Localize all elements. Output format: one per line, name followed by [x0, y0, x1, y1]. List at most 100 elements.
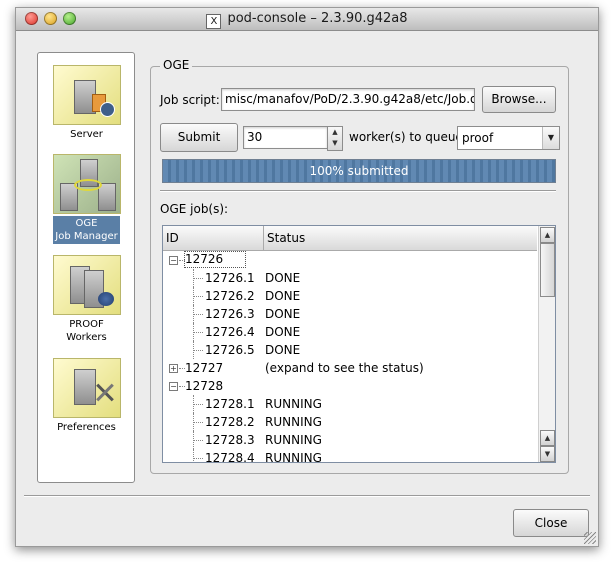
stepper-up-icon[interactable]: ▲: [328, 127, 342, 138]
job-id: 12726.1: [205, 271, 255, 285]
job-id: 12726.5: [205, 343, 255, 357]
job-status: DONE: [265, 289, 301, 303]
tree-connector: [193, 278, 203, 279]
tree-row-task[interactable]: 12728.2 RUNNING: [163, 413, 537, 431]
column-header-status[interactable]: Status: [264, 226, 536, 250]
tree-connector: [193, 305, 194, 323]
tree-connector: [193, 332, 203, 333]
prefs-server-shape: [73, 369, 96, 405]
sidebar-item-server[interactable]: Server: [48, 65, 125, 142]
workers-count-input[interactable]: 30: [243, 126, 328, 149]
tree-connector: [193, 440, 203, 441]
pod-console-window: Xpod-console – 2.3.90.g42a8 Server OGE J…: [15, 7, 599, 547]
sidebar-item-label: Preferences: [57, 422, 116, 433]
divider: [160, 190, 556, 192]
tree-connector: [193, 413, 194, 431]
chevron-down-icon[interactable]: ▼: [542, 127, 559, 149]
job-id: 12727: [185, 361, 224, 375]
tree-connector: [193, 449, 194, 462]
server-user-shape: [99, 102, 115, 117]
resize-grip-icon[interactable]: [584, 532, 596, 544]
tree-connector: [193, 287, 194, 305]
job-id: 12726: [183, 251, 247, 268]
tree-connector: [193, 314, 203, 315]
tree-row-job[interactable]: −12728: [163, 377, 537, 395]
queue-select-value: proof: [462, 131, 494, 145]
collapse-icon[interactable]: −: [169, 256, 178, 265]
sidebar-item-label-selected: OGE Job Manager: [53, 216, 120, 244]
scroll-up-top-icon[interactable]: ▲: [540, 227, 555, 243]
job-status: RUNNING: [265, 415, 322, 429]
job-status: DONE: [265, 325, 301, 339]
workers-count-stepper[interactable]: ▲ ▼: [327, 126, 343, 151]
job-status: (expand to see the status): [265, 361, 424, 375]
sidebar-item-label-line2: Workers: [66, 332, 107, 343]
close-button[interactable]: Close: [513, 509, 589, 537]
tree-connector: [193, 341, 194, 359]
tree-vertical-scrollbar[interactable]: ▲ ▲ ▼: [538, 226, 555, 462]
oge-group-title: OGE: [160, 58, 193, 72]
job-id: 12728.3: [205, 433, 255, 447]
scroll-up-icon[interactable]: ▲: [540, 430, 555, 446]
job-id: 12728: [185, 379, 224, 393]
job-id: 12726.3: [205, 307, 255, 321]
footer-divider: [24, 495, 590, 497]
job-id: 12726.2: [205, 289, 255, 303]
tree-connector: [193, 350, 203, 351]
workers-gears-shape: [97, 292, 114, 306]
jm-link-shape: [73, 179, 102, 191]
tree-row-job[interactable]: +12727 (expand to see the status): [163, 359, 537, 377]
stepper-down-icon[interactable]: ▼: [328, 138, 342, 149]
sidebar-item-label: PROOF Workers: [48, 317, 125, 345]
tree-row-task[interactable]: 12728.4 RUNNING: [163, 449, 537, 463]
job-script-input[interactable]: misc/manafov/PoD/2.3.90.g42a8/etc/Job.og…: [221, 88, 475, 111]
job-id: 12728.1: [205, 397, 255, 411]
browse-button[interactable]: Browse...: [482, 86, 556, 113]
tree-row-job[interactable]: −12726: [163, 251, 537, 269]
tree-connector: [193, 431, 194, 449]
tree-row-task[interactable]: 12726.5 DONE: [163, 341, 537, 359]
job-status: DONE: [265, 343, 301, 357]
collapse-icon[interactable]: −: [169, 382, 178, 391]
sidebar-item-label-line1: PROOF: [69, 319, 104, 330]
tree-row-task[interactable]: 12728.3 RUNNING: [163, 431, 537, 449]
tree-row-task[interactable]: 12726.1 DONE: [163, 269, 537, 287]
x11-icon: X: [206, 14, 222, 29]
tree-row-task[interactable]: 12728.1 RUNNING: [163, 395, 537, 413]
tree-connector: [193, 269, 194, 287]
job-manager-icon: [52, 154, 121, 214]
sidebar-item-label: Server: [70, 129, 103, 140]
jobs-tree[interactable]: ID Status −12726 12726.1 DONE 12726.2 DONE 12…: [162, 225, 556, 463]
tree-connector: [193, 404, 203, 405]
tree-row-task[interactable]: 12726.3 DONE: [163, 305, 537, 323]
workers-queue-label: worker(s) to queue: [349, 130, 463, 144]
scrollbar-thumb[interactable]: [540, 243, 555, 297]
sidebar-item-preferences[interactable]: Preferences: [48, 358, 125, 435]
job-status: DONE: [265, 271, 301, 285]
tree-row-task[interactable]: 12726.4 DONE: [163, 323, 537, 341]
column-header-id[interactable]: ID: [163, 226, 264, 250]
window-title-wrap: Xpod-console – 2.3.90.g42a8: [16, 11, 598, 29]
submit-button[interactable]: Submit: [160, 123, 238, 152]
title-bar[interactable]: Xpod-console – 2.3.90.g42a8: [16, 8, 598, 31]
job-id: 12726.4: [205, 325, 255, 339]
job-id: 12728.4: [205, 451, 255, 463]
tree-header: ID Status: [163, 226, 537, 251]
workers-icon: [52, 255, 121, 315]
expand-icon[interactable]: +: [169, 364, 178, 373]
scroll-down-icon[interactable]: ▼: [540, 446, 555, 462]
job-id: 12728.2: [205, 415, 255, 429]
queue-select[interactable]: proof ▼: [457, 126, 560, 150]
tree-connector: [193, 323, 194, 341]
job-status: DONE: [265, 307, 301, 321]
tree-connector: [193, 395, 194, 413]
tree-connector: [193, 422, 203, 423]
sidebar-item-proof-workers[interactable]: PROOF Workers: [48, 255, 125, 345]
sidebar-item-label-line2: Job Manager: [55, 231, 118, 242]
job-script-label: Job script:: [160, 93, 220, 107]
oge-jobs-label: OGE job(s):: [160, 202, 229, 216]
sidebar-item-oge-job-manager[interactable]: OGE Job Manager: [48, 154, 125, 244]
progress-text: 100% submitted: [309, 164, 409, 178]
tree-connector: [193, 296, 203, 297]
tree-row-task[interactable]: 12726.2 DONE: [163, 287, 537, 305]
